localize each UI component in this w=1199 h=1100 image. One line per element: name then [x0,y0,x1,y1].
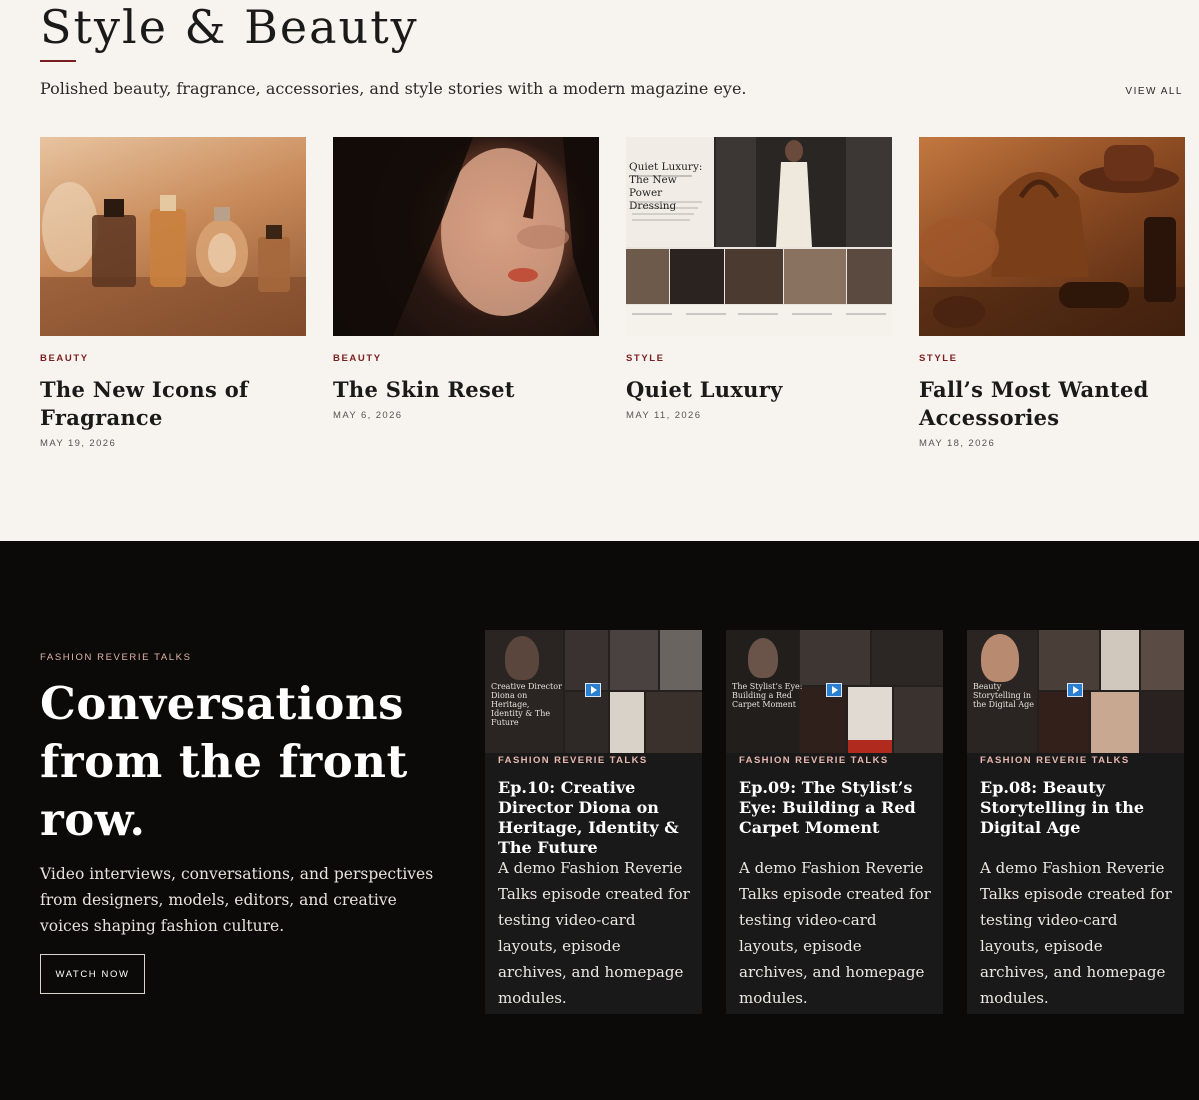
article-category: STYLE [626,353,665,364]
article-card[interactable]: Quiet Luxury: The New Power Dressing STY… [626,137,892,421]
talks-section: FASHION REVERIE TALKS Conversations from… [0,541,1199,1100]
article-category: BEAUTY [333,353,382,364]
episode-thumbnail[interactable]: Beauty Storytelling in the Digital Age [967,630,1184,753]
play-icon[interactable] [585,683,601,697]
article-thumbnail[interactable]: Quiet Luxury: The New Power Dressing [626,137,892,336]
article-thumbnail[interactable] [40,137,306,336]
talks-heading: Conversations from the front row. [40,677,408,846]
style-beauty-section: Style & Beauty Polished beauty, fragranc… [0,0,1199,541]
watch-now-button[interactable]: WATCH NOW [40,954,145,994]
article-thumbnail[interactable] [333,137,599,336]
episode-description: A demo Fashion Reverie Talks episode cre… [739,859,931,1007]
episode-thumbnail-title: Creative Director Diona on Heritage, Ide… [491,682,562,727]
episode-kicker: FASHION REVERIE TALKS [739,755,889,766]
episode-thumbnail[interactable]: Creative Director Diona on Heritage, Ide… [485,630,702,753]
talks-kicker: FASHION REVERIE TALKS [40,652,192,663]
episode-card[interactable]: Creative Director Diona on Heritage, Ide… [485,630,702,1014]
section-subtitle: Polished beauty, fragrance, accessories,… [40,79,747,98]
episode-title[interactable]: Ep.08: Beauty Storytelling in the Digita… [980,778,1176,838]
article-date: MAY 6, 2026 [333,410,403,421]
episode-card[interactable]: Beauty Storytelling in the Digital Age F… [967,630,1184,1014]
article-category: STYLE [919,353,958,364]
play-icon[interactable] [826,683,842,697]
article-card[interactable]: BEAUTY The Skin Reset MAY 6, 2026 [333,137,599,421]
magazine-headline: Quiet Luxury: The New Power Dressing [629,161,703,212]
view-all-link[interactable]: VIEW ALL [1125,86,1183,97]
title-accent-rule [40,60,76,62]
episode-card[interactable]: The Stylist’s Eye: Building a Red Carpet… [726,630,943,1014]
accessories-still-life-image [919,145,1185,336]
episode-thumbnail[interactable]: The Stylist’s Eye: Building a Red Carpet… [726,630,943,753]
play-icon[interactable] [1067,683,1083,697]
episode-title[interactable]: Ep.10: Creative Director Diona on Herita… [498,778,694,858]
article-card[interactable]: STYLE Fall’s Most Wanted Accessories MAY… [919,137,1185,449]
article-title[interactable]: The Skin Reset [333,376,599,404]
episode-kicker: FASHION REVERIE TALKS [980,755,1130,766]
article-card[interactable]: BEAUTY The New Icons of Fragrance MAY 19… [40,137,306,449]
episode-thumbnail-title: Beauty Storytelling in the Digital Age [973,682,1035,709]
article-title[interactable]: Quiet Luxury [626,376,892,404]
episode-description: A demo Fashion Reverie Talks episode cre… [980,859,1172,1007]
episode-kicker: FASHION REVERIE TALKS [498,755,648,766]
article-title[interactable]: Fall’s Most Wanted Accessories [919,376,1185,432]
article-date: MAY 11, 2026 [626,410,702,421]
article-category: BEAUTY [40,353,89,364]
article-thumbnail[interactable] [919,137,1185,336]
episode-title[interactable]: Ep.09: The Stylist’s Eye: Building a Red… [739,778,935,838]
article-title[interactable]: The New Icons of Fragrance [40,376,306,432]
article-date: MAY 18, 2026 [919,438,996,449]
perfume-bottles-image [40,182,306,336]
article-date: MAY 19, 2026 [40,438,117,449]
episode-description: A demo Fashion Reverie Talks episode cre… [498,859,690,1007]
talks-description: Video interviews, conversations, and per… [40,865,434,935]
section-title: Style & Beauty [40,0,419,54]
episode-thumbnail-title: The Stylist’s Eye: Building a Red Carpet… [732,682,803,709]
beauty-portrait-image [333,137,599,336]
